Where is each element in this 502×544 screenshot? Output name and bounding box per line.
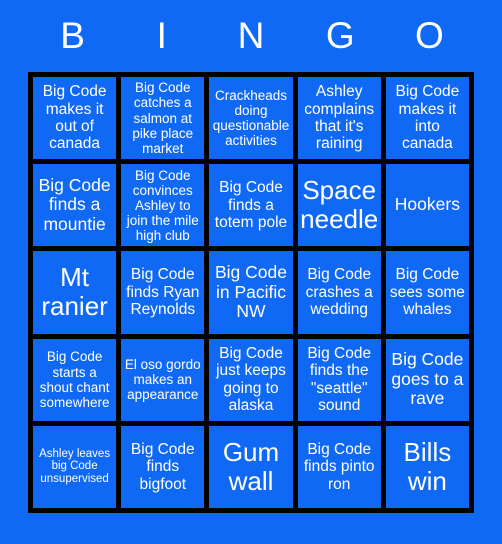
bingo-cell[interactable]: Big Code finds pinto ron <box>297 425 381 508</box>
bingo-header-letter-n: N <box>237 15 265 56</box>
bingo-cell[interactable]: Big Code finds Ryan Reynolds <box>121 251 205 334</box>
bingo-cell[interactable]: Big Code sees some whales <box>385 251 469 334</box>
bingo-cell[interactable]: Big Code finds the "seattle" sound <box>297 338 381 421</box>
bingo-cell[interactable]: Big Code convinces Ashley to join the mi… <box>121 164 205 247</box>
bingo-grid: Big Code makes it out of canada Big Code … <box>28 72 474 513</box>
bingo-cell[interactable]: El oso gordo makes an appearance <box>121 338 205 421</box>
bingo-cell[interactable]: Big Code finds bigfoot <box>121 425 205 508</box>
bingo-cell[interactable]: Big Code catches a salmon at pike place … <box>121 77 205 160</box>
bingo-header-letter-b: B <box>60 15 85 56</box>
bingo-cell[interactable]: Big Code crashes a wedding <box>297 251 381 334</box>
bingo-cell[interactable]: Big Code makes it into canada <box>385 77 469 160</box>
bingo-cell[interactable]: Big Code in Pacific NW <box>209 251 293 334</box>
bingo-cell[interactable]: Ashley leaves big Code unsupervised <box>33 425 117 508</box>
bingo-cell[interactable]: Gum wall <box>209 425 293 508</box>
bingo-cell[interactable]: Ashley complains that it's raining <box>297 77 381 160</box>
bingo-cell[interactable]: Big Code makes it out of canada <box>33 77 117 160</box>
bingo-cell[interactable]: Big Code starts a shout chant somewhere <box>33 338 117 421</box>
bingo-header: B I N G O <box>28 0 474 72</box>
bingo-cell[interactable]: Hookers <box>385 164 469 247</box>
bingo-header-letter-i: I <box>156 15 167 56</box>
bingo-cell[interactable]: Big Code finds a mountie <box>33 164 117 247</box>
bingo-cell[interactable]: Space needle <box>297 164 381 247</box>
bingo-cell[interactable]: Mt ranier <box>33 251 117 334</box>
bingo-cell[interactable]: Crackheads doing questionable activities <box>209 77 293 160</box>
bingo-cell[interactable]: Big Code finds a totem pole <box>209 164 293 247</box>
bingo-card: B I N G O Big Code makes it out of canad… <box>0 0 502 544</box>
bingo-header-letter-g: G <box>325 15 355 56</box>
bingo-cell[interactable]: Bills win <box>385 425 469 508</box>
bingo-header-letter-o: O <box>415 15 444 56</box>
bingo-cell[interactable]: Big Code just keeps going to alaska <box>209 338 293 421</box>
bingo-cell[interactable]: Big Code goes to a rave <box>385 338 469 421</box>
